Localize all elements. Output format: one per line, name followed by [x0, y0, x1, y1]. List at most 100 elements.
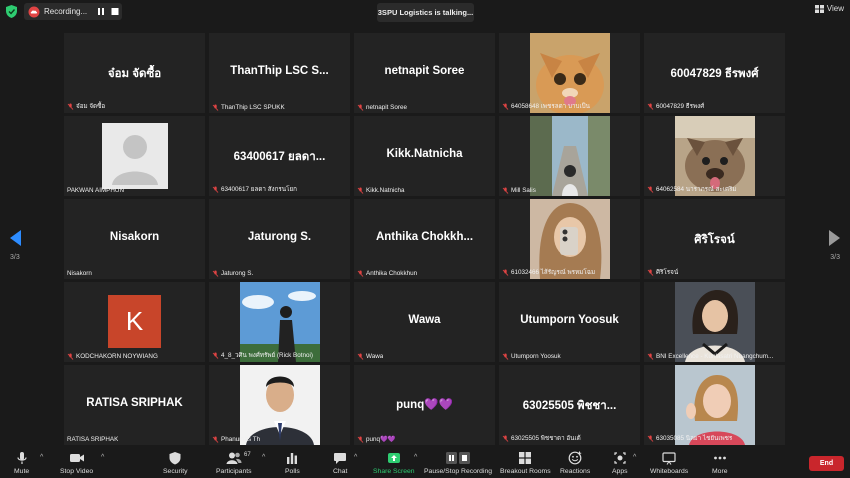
participant-display-name: RATISA SRIPHAK: [86, 397, 183, 409]
pause-stop-recording-label: Pause/Stop Recording: [424, 468, 493, 475]
more-button[interactable]: More: [712, 451, 728, 475]
pause-icon[interactable]: [96, 7, 106, 16]
participants-options-caret[interactable]: ^: [262, 454, 265, 461]
participant-label: Anthika Chokkhun: [357, 270, 417, 277]
participant-label: Kikk.Natnicha: [357, 187, 405, 194]
video-tile[interactable]: 4_8_วศิน พงศ์ทรัพย์ (Rick Botnoi): [209, 282, 350, 362]
participant-display-name: 63025505 พิชชา...: [522, 400, 617, 412]
chat-options-caret[interactable]: ^: [354, 454, 357, 461]
whiteboards-button[interactable]: Whiteboards: [650, 451, 688, 475]
video-tile[interactable]: 61032466 ไส้รัญรณ์ พรหมโฉม: [499, 199, 640, 279]
video-tile[interactable]: ThanThip LSC S... ThanThip LSC SPUKK: [209, 33, 350, 113]
video-tile[interactable]: ศิริโรจน์ ศิริโรจน์: [644, 199, 785, 279]
view-label: View: [826, 4, 844, 13]
recording-indicator: Recording...: [24, 3, 122, 20]
muted-mic-icon: [502, 187, 509, 194]
video-tile[interactable]: Anthika Chokkh... Anthika Chokkhun: [354, 199, 495, 279]
mute-button[interactable]: Mute: [14, 451, 29, 475]
video-tile[interactable]: RATISA SRIPHAK RATISA SRIPHAK: [64, 365, 205, 445]
muted-mic-icon: [647, 435, 654, 442]
participant-label: Wawa: [357, 353, 383, 360]
video-tile[interactable]: 64062584 นาราภรณ์ สะเศริม: [644, 116, 785, 196]
video-tile[interactable]: 60047829 ธีรพงศ์ 60047829 ธีรพงศ์: [644, 33, 785, 113]
view-button[interactable]: View: [814, 4, 844, 13]
video-tile[interactable]: PAKWAN AIMPHUN: [64, 116, 205, 196]
share-options-caret[interactable]: ^: [414, 454, 417, 461]
reactions-smiley-icon: [568, 451, 582, 465]
participant-label: 64062584 นาราภรณ์ สะเศริม: [647, 184, 737, 194]
muted-mic-icon: [647, 353, 654, 360]
video-tile[interactable]: 63400617 ยลดา... 63400617 ยลดา สังกรนโยก: [209, 116, 350, 196]
stop-icon[interactable]: [110, 7, 120, 16]
pause-stop-recording-button[interactable]: Pause/Stop Recording: [424, 451, 492, 475]
video-tile[interactable]: punq💜💜 punq💜💜: [354, 365, 495, 445]
top-bar: Recording... 3SPU Logistics is talking..…: [0, 0, 850, 24]
video-options-caret[interactable]: ^: [101, 454, 104, 461]
stop-video-label: Stop Video: [60, 468, 94, 475]
whiteboards-label: Whiteboards: [650, 468, 689, 475]
mute-label: Mute: [14, 468, 30, 475]
security-button[interactable]: Security: [163, 451, 188, 475]
end-meeting-button[interactable]: End: [809, 456, 844, 471]
video-tile[interactable]: Kikk.Natnicha Kikk.Natnicha: [354, 116, 495, 196]
share-screen-label: Share Screen: [373, 468, 415, 475]
participant-label: Mill Salis: [502, 187, 536, 194]
participant-label: netnapit Soree: [357, 104, 407, 111]
video-tile[interactable]: Wawa Wawa: [354, 282, 495, 362]
video-tile[interactable]: BNI Excellence - Kunlasatri Nuangchum...: [644, 282, 785, 362]
apps-options-caret[interactable]: ^: [633, 454, 636, 461]
video-tile[interactable]: Utumporn Yoosuk Utumporn Yoosuk: [499, 282, 640, 362]
video-tile[interactable]: Mill Salis: [499, 116, 640, 196]
letter-avatar: K: [108, 295, 161, 348]
muted-mic-icon: [67, 103, 74, 110]
participant-label: 63035085 นิลยา ไชยันเพชร: [647, 433, 732, 443]
video-tile[interactable]: จ๋อม จัดซื้อ จ๋อม จัดซื้อ: [64, 33, 205, 113]
video-tile[interactable]: Jaturong S. Jaturong S.: [209, 199, 350, 279]
muted-mic-icon: [502, 269, 509, 276]
video-tile[interactable]: netnapit Soree netnapit Soree: [354, 33, 495, 113]
participant-label: Phanumas Th: [212, 436, 260, 443]
stop-video-button[interactable]: Stop Video: [60, 451, 93, 475]
previous-page-arrow-icon[interactable]: [9, 230, 23, 246]
video-tile[interactable]: 63035085 นิลยา ไชยันเพชร: [644, 365, 785, 445]
muted-mic-icon: [647, 186, 654, 193]
mute-options-caret[interactable]: ^: [40, 454, 43, 461]
reactions-button[interactable]: Reactions: [560, 451, 590, 475]
video-tile[interactable]: Phanumas Th: [209, 365, 350, 445]
participant-display-name: Wawa: [408, 314, 441, 326]
chat-label: Chat: [333, 468, 348, 475]
person-alley-photo: [530, 116, 610, 196]
participant-display-name: ศิริโรจน์: [694, 234, 735, 246]
video-tile[interactable]: Nisakorn Nisakorn: [64, 199, 205, 279]
chat-button[interactable]: Chat: [333, 451, 347, 475]
participant-label: 63025505 พิชชาดา อันเต้: [502, 433, 581, 443]
shield-icon[interactable]: [6, 5, 17, 18]
reactions-label: Reactions: [560, 468, 591, 475]
muted-mic-icon: [502, 435, 509, 442]
share-screen-icon: [387, 453, 400, 463]
breakout-rooms-button[interactable]: Breakout Rooms: [500, 451, 551, 475]
participant-display-name: ThanThip LSC S...: [230, 65, 329, 77]
next-page-arrow-icon[interactable]: [827, 230, 841, 246]
video-tile[interactable]: 63025505 พิชชา... 63025505 พิชชาดา อันเต…: [499, 365, 640, 445]
participant-label: KODCHAKORN NOYWIANG: [67, 353, 158, 360]
polls-button[interactable]: Polls: [285, 451, 300, 475]
participant-label: RATISA SRIPHAK: [67, 436, 119, 443]
participant-display-name: 60047829 ธีรพงศ์: [670, 68, 759, 80]
participant-display-name: Kikk.Natnicha: [386, 148, 463, 160]
participant-label: Utumporn Yoosuk: [502, 353, 561, 360]
apps-button[interactable]: Apps: [612, 451, 628, 475]
page-indicator-right: 3/3: [830, 254, 840, 261]
participants-count: 67: [244, 452, 251, 458]
page-indicator-left: 3/3: [10, 254, 20, 261]
share-screen-button[interactable]: Share Screen: [373, 451, 415, 475]
participant-label: punq💜💜: [357, 435, 396, 443]
muted-mic-icon: [502, 103, 509, 110]
breakout-rooms-icon: [519, 452, 532, 464]
participant-label: 60047829 ธีรพงศ์: [647, 101, 704, 111]
breakout-rooms-label: Breakout Rooms: [500, 468, 551, 475]
chat-bubble-icon: [334, 453, 347, 464]
video-tile[interactable]: K KODCHAKORN NOYWIANG: [64, 282, 205, 362]
video-tile[interactable]: 64058648 เพชรลดา บาบเป็น: [499, 33, 640, 113]
more-dots-icon: [713, 456, 726, 460]
